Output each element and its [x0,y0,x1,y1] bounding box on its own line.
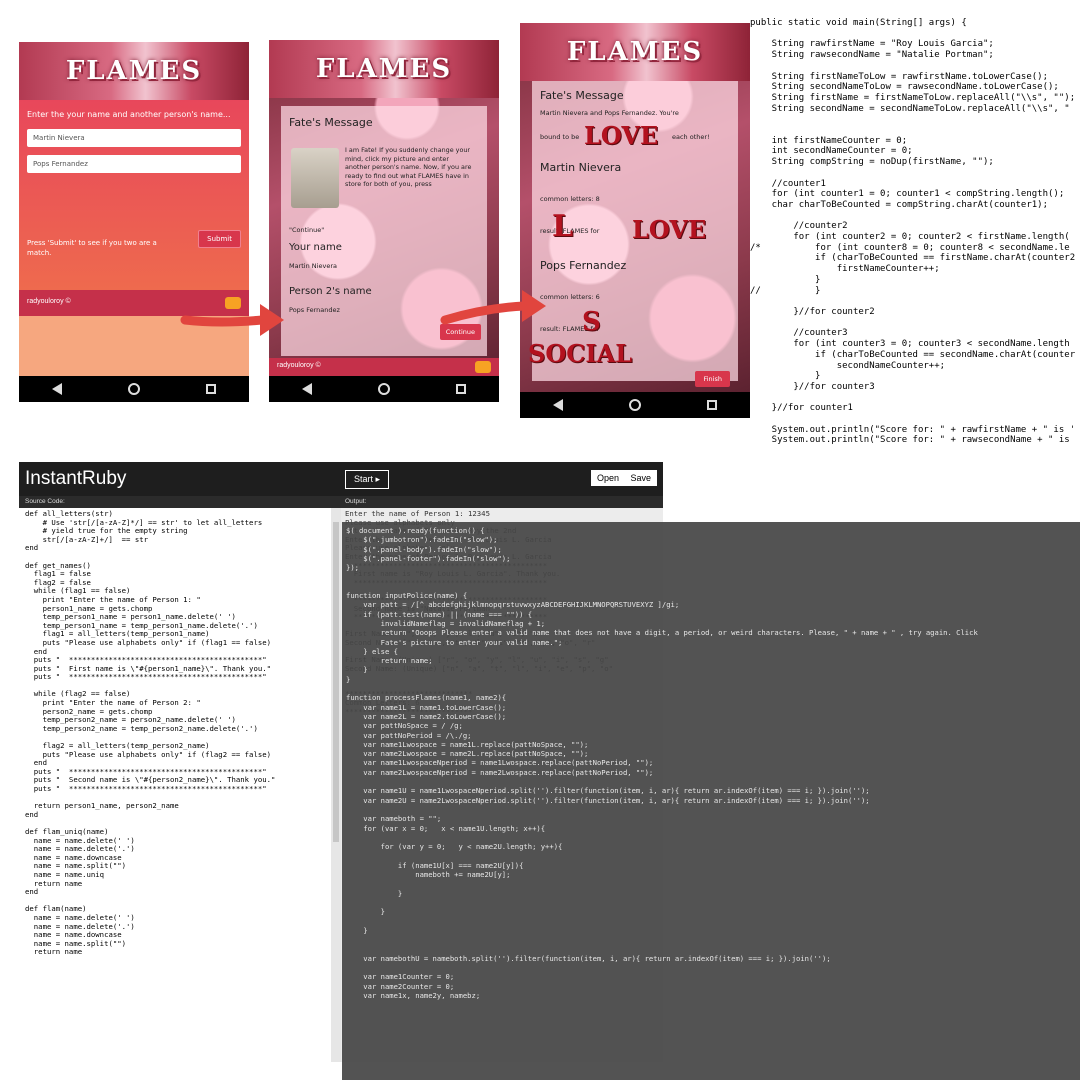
home-icon[interactable] [629,399,641,411]
source-editor[interactable]: def all_letters(str) # Use 'str[/[a-zA-Z… [19,508,329,1062]
result-line: Martin Nievera and Pops Fernandez. You'r… [540,109,679,117]
pane-labels: Source Code: Output: [19,496,663,508]
each-other-text: each other! [672,133,710,141]
home-icon[interactable] [378,383,390,395]
recent-apps-icon[interactable] [206,384,216,394]
recent-apps-icon[interactable] [456,384,466,394]
coin-icon [475,361,491,373]
submit-hint: Press 'Submit' to see if you two are a m… [27,239,157,257]
ruby-toolbar: InstantRuby Start ▸ Open Save [19,462,663,496]
output-label: Output: [345,498,367,505]
banner-title: FLAMES [315,54,453,84]
submit-button[interactable]: Submit [198,230,241,248]
phone-screen-result: FLAMES Fate's Message Martin Nievera and… [520,23,750,418]
app-screen: FLAMES Fate's Message Martin Nievera and… [520,23,750,392]
form-prompt: Enter the your name and another person's… [27,110,231,119]
app-footer: radyouloroy © [269,358,499,376]
second-name-field[interactable]: Pops Fernandez [27,155,241,173]
panel-title: Fate's Message [540,89,624,102]
finish-button[interactable]: Finish [695,371,730,387]
back-icon[interactable] [302,383,312,395]
love-word: LOVE [584,121,659,150]
android-navbar [19,376,249,402]
back-icon[interactable] [52,383,62,395]
save-button[interactable]: Save [624,470,657,486]
first-name: Martin Nievera [540,161,622,174]
fate-picture[interactable] [291,148,339,208]
recent-apps-icon[interactable] [707,400,717,410]
result-panel: Fate's Message Martin Nievera and Pops F… [528,81,738,387]
bound-text: bound to be [540,133,580,141]
back-icon[interactable] [553,399,563,411]
second-name: Pops Fernandez [540,259,627,272]
source-scrollbar[interactable] [331,508,341,1062]
name-form: Enter the your name and another person's… [19,100,249,290]
footer-credit: radyouloroy © [27,298,71,305]
arrow-icon [180,304,284,336]
start-button[interactable]: Start ▸ [345,470,390,489]
javascript-code-snippet: $( document ).ready(function() { $(".jum… [342,522,1080,1080]
person2-name-value: Pops Fernandez [289,306,340,314]
android-navbar [269,376,499,402]
scroll-thumb[interactable] [333,522,339,842]
flames-banner: FLAMES [269,40,499,98]
app-title: InstantRuby [25,468,127,489]
source-label: Source Code: [25,498,65,505]
continue-word: "Continue" [289,226,325,234]
arrow-icon [440,290,546,325]
flames-banner: FLAMES [520,23,750,81]
first-name-field[interactable]: Martin Nievera [27,129,241,147]
banner-title: FLAMES [65,56,203,86]
big-s-letter: S [582,307,601,337]
your-name-label: Your name [289,242,342,253]
fate-text: I am Fate! If you suddenly change your m… [345,146,472,189]
open-button[interactable]: Open [590,470,625,486]
common-letters-1: common letters: 8 [540,195,600,203]
footer-credit: radyouloroy © [277,362,321,369]
banner-title: FLAMES [566,37,704,67]
your-name-value: Martin Nievera [289,262,337,270]
big-l-letter: L [552,209,574,244]
panel-title: Fate's Message [289,116,373,129]
home-icon[interactable] [128,383,140,395]
flames-banner: FLAMES [19,42,249,100]
person2-name-label: Person 2's name [289,286,372,297]
android-navbar [520,392,750,418]
java-code-snippet: public static void main(String[] args) {… [750,18,1076,446]
love-result: LOVE [632,215,707,244]
